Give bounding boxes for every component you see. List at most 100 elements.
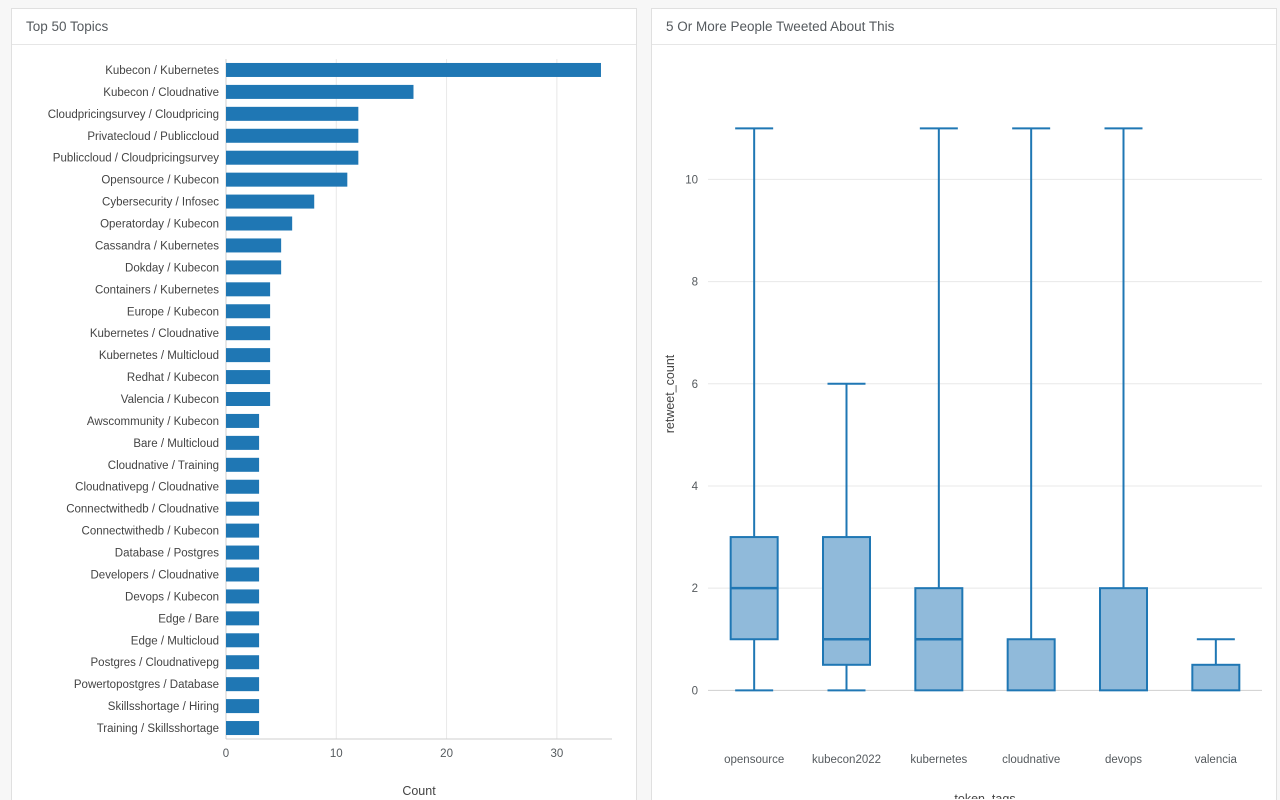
bar-category-label: Dokday / Kubecon	[125, 262, 219, 274]
bar-row[interactable]: Postgres / Cloudnativepg	[91, 655, 260, 670]
bar-publiccloud-cloudpricingsurvey[interactable]	[226, 150, 359, 165]
bar-category-label: Connectwithedb / Cloudnative	[66, 504, 219, 516]
dashboard-root: Top 50 Topics Kubecon / Kubernetes Kubeco…	[0, 0, 1280, 800]
bar-row[interactable]: Redhat / Kubecon	[127, 370, 271, 385]
boxplot-group-kubernetes[interactable]	[914, 127, 964, 692]
bar-opensource-kubecon[interactable]	[226, 172, 348, 187]
bar-row[interactable]: Cloudpricingsurvey / Cloudpricing	[48, 106, 359, 121]
bar-row[interactable]: Awscommunity / Kubecon	[87, 413, 260, 428]
bar-kubernetes-cloudnative[interactable]	[226, 326, 271, 341]
boxplot-group-kubecon2022[interactable]	[822, 382, 871, 692]
box-y-tick-2: 2	[692, 583, 698, 595]
bar-row[interactable]: Opensource / Kubecon	[101, 172, 348, 187]
boxplot-group-opensource[interactable]	[729, 127, 779, 692]
bar-connectwithedb-cloudnative[interactable]	[226, 501, 260, 516]
bar-row[interactable]: Bare / Multicloud	[133, 435, 260, 450]
bar-category-label: Connectwithedb / Kubecon	[82, 526, 219, 538]
bar-powertopostgres-database[interactable]	[226, 677, 260, 692]
bar-row[interactable]: Database / Postgres	[115, 545, 260, 560]
box-valencia[interactable]	[1191, 663, 1241, 692]
bar-redhat-kubecon[interactable]	[226, 370, 271, 385]
bar-training-skillsshortage[interactable]	[226, 721, 260, 736]
bar-row[interactable]: Connectwithedb / Kubecon	[82, 523, 260, 538]
bar-row[interactable]: Edge / Bare	[158, 611, 260, 626]
box-cloudnative[interactable]	[1006, 638, 1056, 692]
boxplot-group-devops[interactable]	[1099, 127, 1148, 692]
bar-cloudnativepg-cloudnative[interactable]	[226, 479, 260, 494]
bar-operatorday-kubecon[interactable]	[226, 216, 293, 231]
bar-category-label: Privatecloud / Publiccloud	[87, 131, 219, 143]
bar-cloudpricingsurvey-cloudpricing[interactable]	[226, 106, 359, 121]
bar-row[interactable]: Cloudnativepg / Cloudnative	[75, 479, 260, 494]
bar-row[interactable]: Operatorday / Kubecon	[100, 216, 293, 231]
bar-x-tick-30: 30	[550, 748, 563, 760]
bar-skillsshortage-hiring[interactable]	[226, 699, 260, 714]
bar-row[interactable]: Kubernetes / Cloudnative	[90, 326, 271, 341]
bar-cybersecurity-infosec[interactable]	[226, 194, 315, 209]
bar-x-tick-10: 10	[330, 748, 343, 760]
box-x-tick-cloudnative: cloudnative	[1002, 754, 1060, 766]
bar-kubecon-kubernetes[interactable]	[226, 62, 601, 77]
box-y-tick-8: 8	[692, 277, 698, 289]
bar-edge-bare[interactable]	[226, 611, 260, 626]
bar-category-label: Redhat / Kubecon	[127, 372, 219, 384]
bar-row[interactable]: Developers / Cloudnative	[91, 567, 260, 582]
bar-row[interactable]: Privatecloud / Publiccloud	[87, 128, 359, 143]
bar-row[interactable]: Kubernetes / Multicloud	[99, 348, 271, 363]
bar-privatecloud-publiccloud[interactable]	[226, 128, 359, 143]
bar-cloudnative-training[interactable]	[226, 457, 260, 472]
bar-row[interactable]: Cybersecurity / Infosec	[102, 194, 315, 209]
bar-row[interactable]: Europe / Kubecon	[127, 304, 271, 319]
bar-developers-cloudnative[interactable]	[226, 567, 260, 582]
bar-category-label: Europe / Kubecon	[127, 306, 219, 318]
bar-database-postgres[interactable]	[226, 545, 260, 560]
bar-category-label: Publiccloud / Cloudpricingsurvey	[53, 153, 219, 165]
bar-row[interactable]: Dokday / Kubecon	[125, 260, 282, 275]
bar-category-label: Cloudnativepg / Cloudnative	[75, 482, 219, 494]
bar-category-label: Kubecon / Kubernetes	[105, 65, 219, 77]
bar-row[interactable]: Cloudnative / Training	[108, 457, 260, 472]
bar-postgres-cloudnativepg[interactable]	[226, 655, 260, 670]
bar-x-tick-0: 0	[223, 748, 229, 760]
box-kubecon2022[interactable]	[822, 536, 871, 666]
bar-row[interactable]: Valencia / Kubecon	[121, 392, 271, 406]
bar-row[interactable]: Kubecon / Cloudnative	[103, 84, 414, 99]
bar-row[interactable]: Cassandra / Kubernetes	[95, 238, 282, 253]
box-plot-container: 0 2 4 6 8 10 opensource kubecon2022 kubernetes cl…	[652, 45, 1276, 800]
bar-row[interactable]: Kubecon / Kubernetes	[105, 62, 601, 77]
bar-awscommunity-kubecon[interactable]	[226, 413, 260, 428]
bar-category-label: Devops / Kubecon	[125, 591, 219, 603]
bar-dokday-kubecon[interactable]	[226, 260, 282, 275]
bar-row[interactable]: Publiccloud / Cloudpricingsurvey	[53, 150, 359, 165]
bar-category-label: Valencia / Kubecon	[121, 394, 219, 406]
bar-chart[interactable]: Kubecon / Kubernetes Kubecon / Cloudnativ…	[12, 45, 636, 799]
bar-row[interactable]: Connectwithedb / Cloudnative	[66, 501, 260, 516]
bar-valencia-kubecon[interactable]	[226, 392, 271, 406]
box-y-tick-6: 6	[692, 379, 698, 391]
bar-containers-kubernetes[interactable]	[226, 282, 271, 297]
bar-cassandra-kubernetes[interactable]	[226, 238, 282, 253]
bar-category-label: Opensource / Kubecon	[101, 175, 219, 187]
boxplot-group-cloudnative[interactable]	[1006, 127, 1056, 692]
bar-category-label: Operatorday / Kubecon	[100, 219, 219, 231]
bar-row[interactable]: Powertopostgres / Database	[74, 677, 260, 692]
box-x-tick-kubernetes: kubernetes	[910, 754, 967, 766]
bar-connectwithedb-kubecon[interactable]	[226, 523, 260, 538]
bar-kubecon-cloudnative[interactable]	[226, 84, 414, 99]
bar-europe-kubecon[interactable]	[226, 304, 271, 319]
bar-edge-multicloud[interactable]	[226, 633, 260, 648]
bar-row[interactable]: Containers / Kubernetes	[95, 282, 271, 297]
bar-row[interactable]: Edge / Multicloud	[131, 633, 260, 648]
bar-row[interactable]: Devops / Kubecon	[125, 589, 260, 604]
box-devops[interactable]	[1099, 587, 1148, 692]
bar-bare-multicloud[interactable]	[226, 435, 260, 450]
bar-row[interactable]: Training / Skillsshortage	[97, 721, 260, 736]
boxplot-group-valencia[interactable]	[1191, 638, 1241, 692]
box-plot[interactable]: 0 2 4 6 8 10 opensource kubecon2022 kubernetes cl…	[652, 45, 1276, 799]
bar-devops-kubecon[interactable]	[226, 589, 260, 604]
bar-x-tick-20: 20	[440, 748, 453, 760]
bar-row[interactable]: Skillsshortage / Hiring	[108, 699, 260, 714]
bar-category-label: Kubernetes / Cloudnative	[90, 328, 219, 340]
bar-kubernetes-multicloud[interactable]	[226, 348, 271, 363]
bar-chart-container: Kubecon / Kubernetes Kubecon / Cloudnativ…	[12, 45, 636, 800]
